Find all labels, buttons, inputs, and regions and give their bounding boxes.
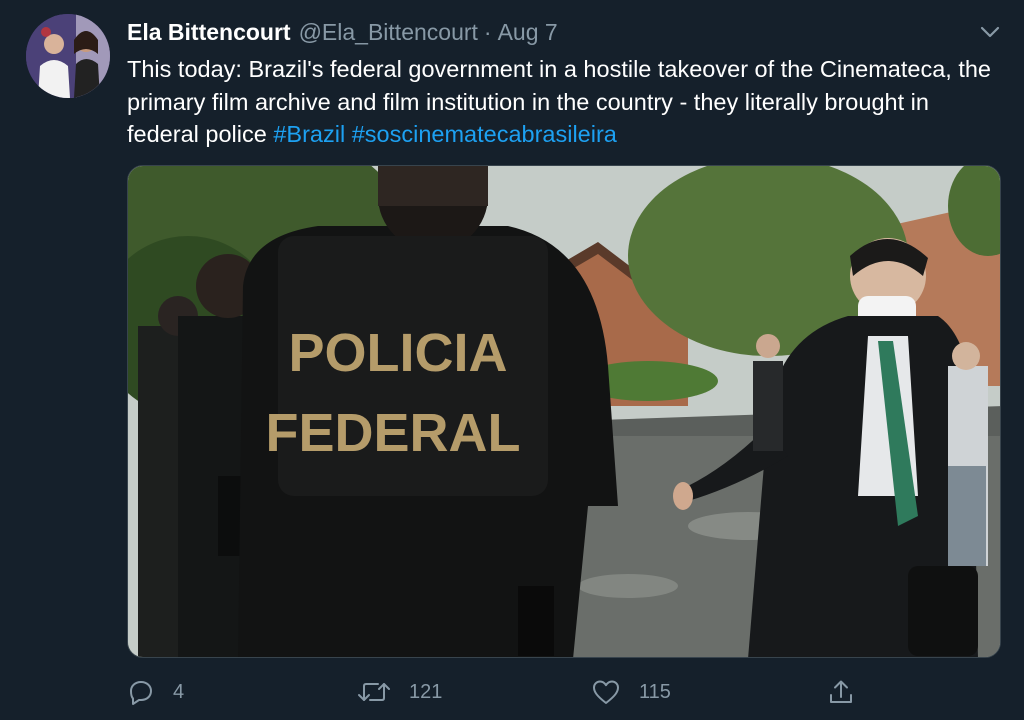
tweet[interactable]: Ela Bittencourt @Ela_Bittencourt · Aug 7… <box>0 0 1024 720</box>
like-count: 115 <box>639 680 671 703</box>
author-name[interactable]: Ela Bittencourt <box>127 19 291 46</box>
hashtag-link[interactable]: #Brazil <box>273 121 345 147</box>
tweet-actions: 4 121 115 <box>127 672 1001 712</box>
tweet-photo[interactable]: POLICIA FEDERAL <box>127 165 1001 658</box>
share-icon <box>827 678 855 706</box>
like-button[interactable]: 115 <box>591 672 671 712</box>
share-button[interactable] <box>827 672 855 712</box>
retweet-count: 121 <box>409 680 443 703</box>
vest-text-line2: FEDERAL <box>266 403 521 463</box>
heart-icon <box>591 678 621 706</box>
retweet-icon <box>357 678 391 706</box>
avatar[interactable] <box>26 14 110 98</box>
separator-dot: · <box>483 18 492 45</box>
reply-count: 4 <box>173 680 185 703</box>
hashtag-link[interactable]: #soscinematecabrasileira <box>352 121 617 147</box>
chevron-down-icon[interactable] <box>978 22 1002 42</box>
retweet-button[interactable]: 121 <box>357 672 442 712</box>
vest-text-line1: POLICIA <box>288 323 507 383</box>
tweet-date[interactable]: Aug 7 <box>498 19 558 46</box>
tweet-header: Ela Bittencourt @Ela_Bittencourt · Aug 7 <box>127 17 558 47</box>
author-handle[interactable]: @Ela_Bittencourt <box>299 19 478 46</box>
reply-button[interactable]: 4 <box>127 672 184 712</box>
tweet-text: This today: Brazil's federal government … <box>127 53 1007 151</box>
reply-icon <box>127 678 155 706</box>
